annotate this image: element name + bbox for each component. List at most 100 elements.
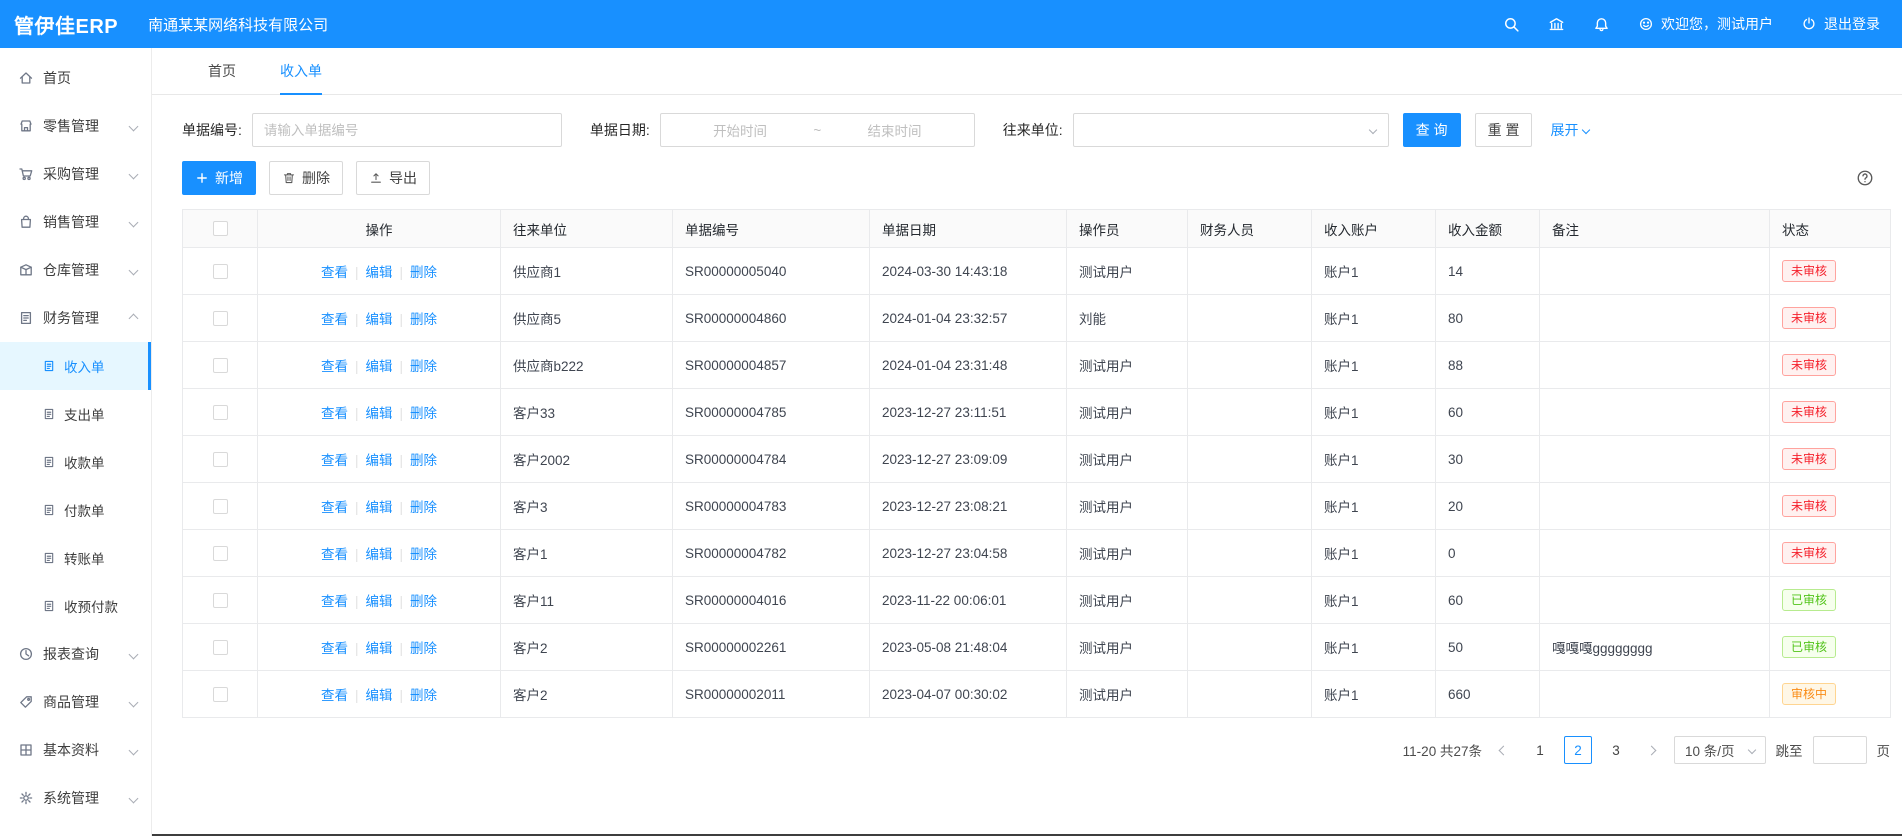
sidebar-item-system[interactable]: 系统管理 (0, 774, 151, 822)
delete-link[interactable]: 删除 (410, 406, 437, 421)
delete-button[interactable]: 删除 (269, 161, 343, 195)
action-separator: | (355, 406, 359, 421)
row-checkbox[interactable] (213, 499, 228, 514)
sidebar-item-label: 商品管理 (43, 692, 99, 712)
welcome-user[interactable]: 欢迎您，测试用户 (1638, 14, 1773, 34)
page-button-3[interactable]: 3 (1602, 736, 1630, 764)
next-page-button[interactable] (1640, 736, 1664, 764)
expand-toggle[interactable]: 展开 (1550, 120, 1589, 140)
view-link[interactable]: 查看 (321, 359, 348, 374)
sidebar-item-finance[interactable]: 财务管理 (0, 294, 151, 342)
sidebar-item-purchase[interactable]: 采购管理 (0, 150, 151, 198)
sidebar-subitem-expense[interactable]: 支出单 (0, 390, 151, 438)
row-checkbox[interactable] (213, 358, 228, 373)
logout-button[interactable]: 退出登录 (1801, 14, 1880, 34)
delete-link[interactable]: 删除 (410, 265, 437, 280)
action-separator: | (355, 265, 359, 280)
cell-finance-staff (1188, 624, 1312, 671)
row-actions: 查看|编辑|删除 (258, 342, 501, 389)
sidebar-subitem-receipt[interactable]: 收款单 (0, 438, 151, 486)
row-actions: 查看|编辑|删除 (258, 530, 501, 577)
finance-icon (18, 310, 34, 326)
smiley-icon (1638, 16, 1654, 32)
cell-operator: 测试用户 (1067, 671, 1188, 718)
delete-link[interactable]: 删除 (410, 547, 437, 562)
help-icon[interactable] (1856, 169, 1874, 187)
page-button-1[interactable]: 1 (1526, 736, 1554, 764)
sidebar-subitem-income[interactable]: 收入单 (0, 342, 151, 390)
delete-link[interactable]: 删除 (410, 594, 437, 609)
view-link[interactable]: 查看 (321, 265, 348, 280)
sidebar-item-goods[interactable]: 商品管理 (0, 678, 151, 726)
status-badge: 已审核 (1782, 589, 1836, 611)
view-link[interactable]: 查看 (321, 594, 348, 609)
sidebar-item-reports[interactable]: 报表查询 (0, 630, 151, 678)
sidebar-subitem-advance[interactable]: 收预付款 (0, 582, 151, 630)
edit-link[interactable]: 编辑 (366, 359, 393, 374)
table-row: 查看|编辑|删除 客户11 SR00000004016 2023-11-22 0… (183, 577, 1891, 624)
sidebar-item-warehouse[interactable]: 仓库管理 (0, 246, 151, 294)
view-link[interactable]: 查看 (321, 500, 348, 515)
sidebar-subitem-label: 收预付款 (64, 596, 118, 616)
delete-link[interactable]: 删除 (410, 312, 437, 327)
date-range-input[interactable]: 开始时间 ~ 结束时间 (660, 113, 975, 147)
sidebar-item-sales[interactable]: 销售管理 (0, 198, 151, 246)
delete-link[interactable]: 删除 (410, 453, 437, 468)
edit-link[interactable]: 编辑 (366, 547, 393, 562)
edit-link[interactable]: 编辑 (366, 453, 393, 468)
table-row: 查看|编辑|删除 客户1 SR00000004782 2023-12-27 23… (183, 530, 1891, 577)
bank-icon[interactable] (1548, 16, 1565, 33)
search-icon[interactable] (1503, 16, 1520, 33)
welcome-text: 欢迎您，测试用户 (1661, 14, 1773, 34)
sidebar-subitem-transfer[interactable]: 转账单 (0, 534, 151, 582)
unit-select[interactable] (1073, 113, 1389, 147)
row-checkbox[interactable] (213, 311, 228, 326)
cell-operator: 测试用户 (1067, 624, 1188, 671)
tab-home[interactable]: 首页 (208, 48, 236, 95)
edit-link[interactable]: 编辑 (366, 312, 393, 327)
row-checkbox[interactable] (213, 593, 228, 608)
view-link[interactable]: 查看 (321, 641, 348, 656)
page-size-select[interactable]: 10 条/页 (1674, 736, 1766, 764)
prev-page-button[interactable] (1492, 736, 1516, 764)
search-button[interactable]: 查 询 (1403, 113, 1461, 147)
bell-icon[interactable] (1593, 16, 1610, 33)
tab-income-bill[interactable]: 收入单 (280, 48, 322, 95)
cell-unit: 客户11 (501, 577, 673, 624)
select-all-checkbox[interactable] (213, 221, 228, 236)
delete-link[interactable]: 删除 (410, 688, 437, 703)
row-checkbox[interactable] (213, 452, 228, 467)
sidebar-item-basic-data[interactable]: 基本资料 (0, 726, 151, 774)
row-checkbox[interactable] (213, 687, 228, 702)
sidebar-item-retail[interactable]: 零售管理 (0, 102, 151, 150)
export-button[interactable]: 导出 (356, 161, 430, 195)
view-link[interactable]: 查看 (321, 406, 348, 421)
bill-no-input[interactable] (252, 113, 562, 147)
edit-link[interactable]: 编辑 (366, 500, 393, 515)
add-button[interactable]: 新增 (182, 161, 256, 195)
edit-link[interactable]: 编辑 (366, 265, 393, 280)
row-checkbox[interactable] (213, 264, 228, 279)
action-separator: | (400, 688, 404, 703)
delete-link[interactable]: 删除 (410, 500, 437, 515)
sidebar-subitem-payment[interactable]: 付款单 (0, 486, 151, 534)
view-link[interactable]: 查看 (321, 453, 348, 468)
edit-link[interactable]: 编辑 (366, 688, 393, 703)
edit-link[interactable]: 编辑 (366, 641, 393, 656)
reset-button[interactable]: 重 置 (1475, 113, 1533, 147)
view-link[interactable]: 查看 (321, 688, 348, 703)
row-checkbox[interactable] (213, 405, 228, 420)
jump-page-input[interactable] (1813, 736, 1867, 764)
cell-amount: 660 (1436, 671, 1540, 718)
view-link[interactable]: 查看 (321, 312, 348, 327)
row-checkbox[interactable] (213, 640, 228, 655)
cell-account: 账户1 (1312, 436, 1436, 483)
delete-link[interactable]: 删除 (410, 359, 437, 374)
edit-link[interactable]: 编辑 (366, 594, 393, 609)
view-link[interactable]: 查看 (321, 547, 348, 562)
delete-link[interactable]: 删除 (410, 641, 437, 656)
page-button-2[interactable]: 2 (1564, 736, 1592, 764)
sidebar-item-home[interactable]: 首页 (0, 54, 151, 102)
row-checkbox[interactable] (213, 546, 228, 561)
edit-link[interactable]: 编辑 (366, 406, 393, 421)
